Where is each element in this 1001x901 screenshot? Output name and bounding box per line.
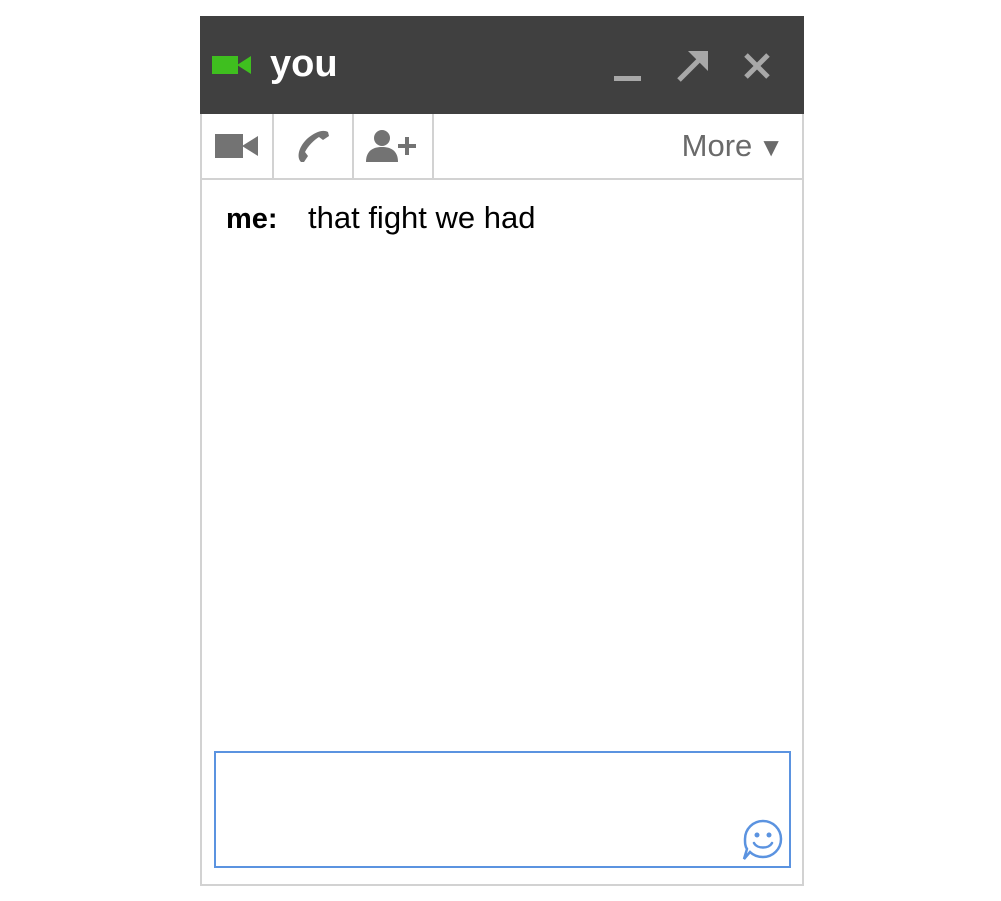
smiley-icon <box>742 819 783 860</box>
close-icon <box>744 53 770 79</box>
message-row: me: that fight we had <box>226 200 536 236</box>
more-menu[interactable]: More ▼ <box>682 128 784 165</box>
compose-box <box>214 751 791 868</box>
pop-out-button[interactable] <box>672 46 712 86</box>
minimize-icon <box>614 76 641 81</box>
message-list: me: that fight we had <box>202 180 802 740</box>
voice-call-button[interactable] <box>274 114 354 178</box>
video-call-icon <box>215 134 258 158</box>
message-text: that fight we had <box>308 200 536 235</box>
phone-icon <box>298 130 329 162</box>
message-sender: me: <box>226 203 278 235</box>
title-bar[interactable]: you <box>200 16 804 114</box>
chat-window: you More ▼ me: that fight we had <box>200 16 804 886</box>
video-call-button[interactable] <box>202 114 274 178</box>
add-person-icon <box>366 130 416 162</box>
message-input[interactable] <box>216 753 789 866</box>
emoji-button[interactable] <box>741 818 785 862</box>
minimize-button[interactable] <box>608 46 648 86</box>
chat-toolbar: More ▼ <box>202 114 802 180</box>
pop-out-icon <box>677 51 708 82</box>
add-people-button[interactable] <box>354 114 434 178</box>
video-camera-icon <box>212 54 252 76</box>
dropdown-arrow-icon: ▼ <box>758 132 784 162</box>
contact-name: you <box>270 43 338 85</box>
more-label: More <box>681 128 753 163</box>
close-button[interactable] <box>737 46 777 86</box>
